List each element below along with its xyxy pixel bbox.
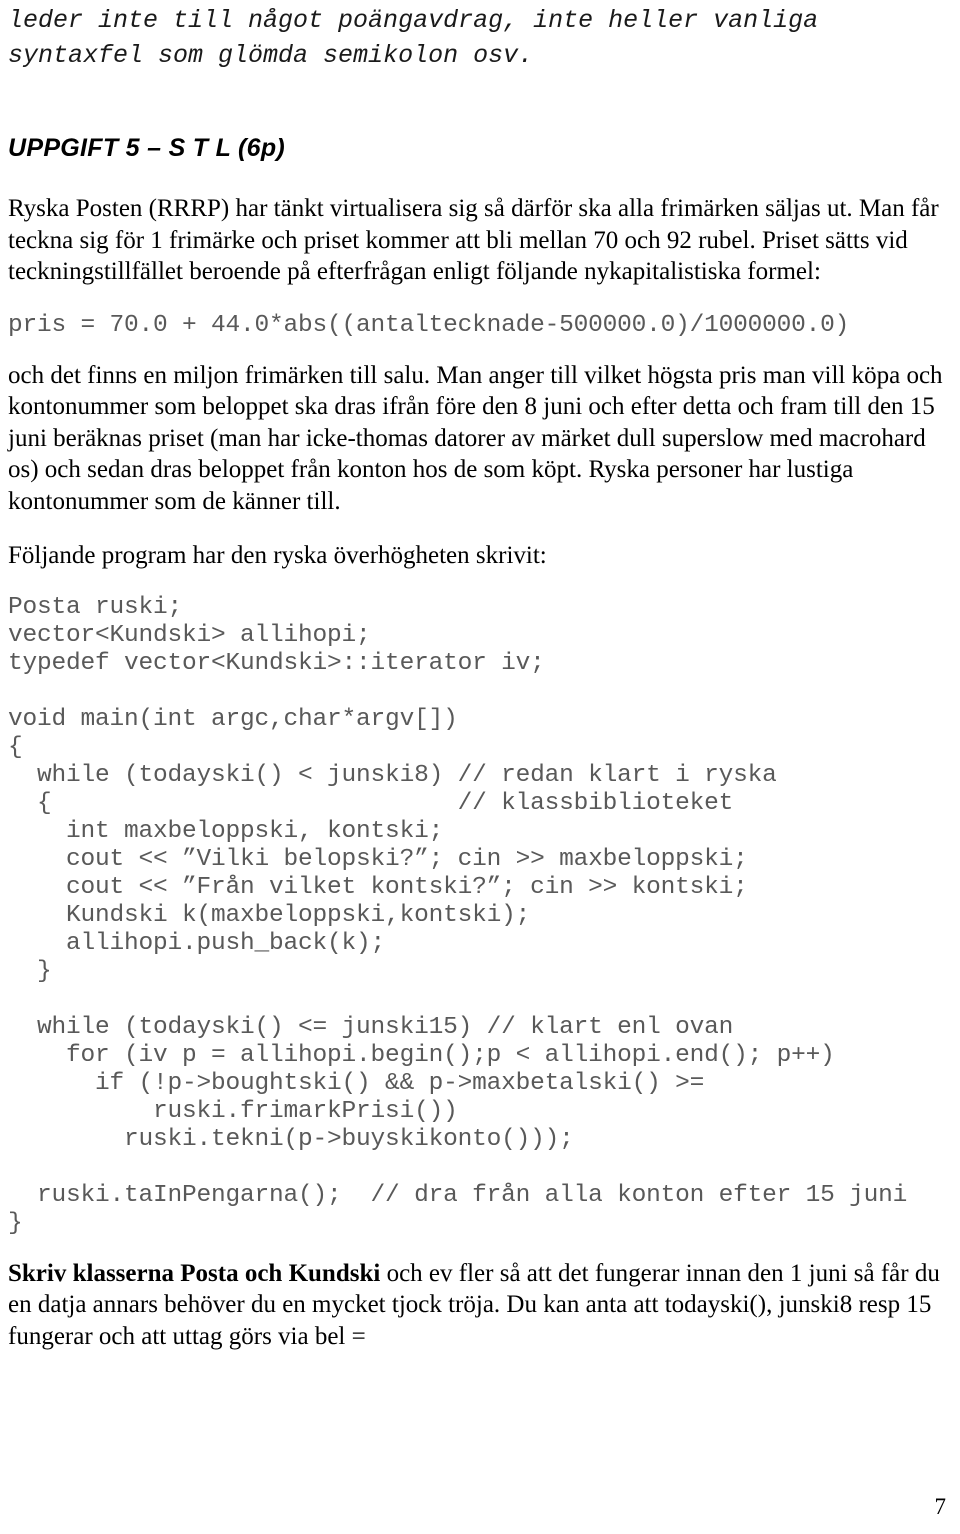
page-number: 7 [934,1494,947,1519]
paragraph-task: Skriv klasserna Posta och Kundski och ev… [8,1238,943,1353]
paragraph-details: och det finns en miljon frimärken till s… [8,361,943,515]
section-heading: UPPGIFT 5 – S T L (6p) [8,134,286,162]
source-code-listing: Posta ruski; vector<Kundski> allihopi; t… [8,593,908,1237]
task-bold-lead: Skriv klasserna Posta och Kundski [8,1259,381,1287]
price-formula: pris = 70.0 + 44.0*abs((antaltecknade-50… [8,311,850,339]
intro-text: leder inte till något poängavdrag, inte … [8,6,819,70]
paragraph-intro: Ryska Posten (RRRP) har tänkt virtualise… [8,195,939,285]
paragraph-program-intro: Följande program har den ryska överhöghe… [8,542,547,569]
document-page: leder inte till något poängavdrag, inte … [0,0,960,1534]
